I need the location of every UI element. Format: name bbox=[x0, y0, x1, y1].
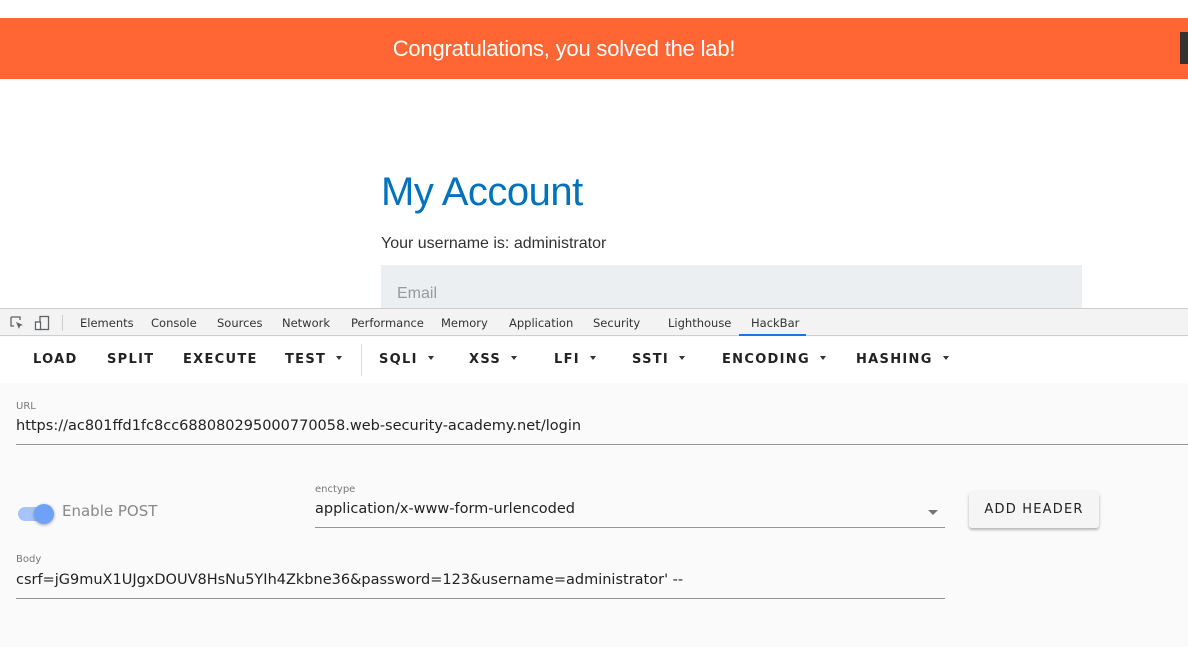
tab-hackbar[interactable]: HackBar bbox=[751, 316, 799, 330]
split-button[interactable]: SPLIT bbox=[107, 352, 154, 367]
add-header-button[interactable]: ADD HEADER bbox=[969, 492, 1099, 528]
load-label: LOAD bbox=[33, 352, 78, 367]
caret-down-icon bbox=[942, 355, 949, 360]
active-tab-indicator bbox=[739, 334, 806, 336]
tab-lighthouse[interactable]: Lighthouse bbox=[668, 316, 731, 330]
lfi-label: LFI bbox=[554, 352, 580, 367]
tab-console[interactable]: Console bbox=[151, 316, 197, 330]
dropdown-arrow-icon[interactable] bbox=[928, 510, 938, 515]
tab-application[interactable]: Application bbox=[509, 316, 573, 330]
page-title: My Account bbox=[381, 170, 583, 214]
ssti-label: SSTI bbox=[632, 352, 670, 367]
enctype-underline bbox=[315, 527, 945, 528]
banner-side-button[interactable] bbox=[1180, 32, 1188, 64]
tab-security[interactable]: Security bbox=[593, 316, 640, 330]
xss-label: XSS bbox=[469, 352, 502, 367]
split-label: SPLIT bbox=[107, 352, 155, 367]
tab-memory[interactable]: Memory bbox=[441, 316, 488, 330]
execute-button[interactable]: EXECUTE bbox=[183, 352, 258, 367]
hackbar-toolbar: LOAD SPLIT EXECUTE TEST SQLI XSS LFI SST… bbox=[0, 337, 1188, 383]
sqli-menu-button[interactable]: SQLI bbox=[379, 352, 434, 367]
username-text: Your username is: administrator bbox=[381, 235, 607, 252]
body-input[interactable]: csrf=jG9muX1UJgxDOUV8HsNu5YIh4Zkbne36&pa… bbox=[16, 572, 683, 588]
enctype-select[interactable]: application/x-www-form-urlencoded bbox=[315, 501, 575, 517]
email-input[interactable]: Email bbox=[381, 265, 1082, 308]
url-input[interactable]: https://ac801ffd1fc8cc688080295000770058… bbox=[16, 418, 581, 434]
ssti-menu-button[interactable]: SSTI bbox=[632, 352, 686, 367]
caret-down-icon bbox=[336, 355, 343, 360]
test-label: TEST bbox=[285, 352, 327, 367]
hashing-label: HASHING bbox=[856, 352, 933, 367]
load-button[interactable]: LOAD bbox=[33, 352, 78, 367]
tab-separator bbox=[62, 315, 63, 331]
test-menu-button[interactable]: TEST bbox=[285, 352, 343, 367]
caret-down-icon bbox=[819, 355, 826, 360]
caret-down-icon bbox=[679, 355, 686, 360]
devtools-panel: Elements Console Sources Network Perform… bbox=[0, 308, 1188, 647]
caret-down-icon bbox=[427, 355, 434, 360]
devtools-tab-bar: Elements Console Sources Network Perform… bbox=[0, 308, 1188, 336]
encoding-label: ENCODING bbox=[722, 352, 810, 367]
body-underline bbox=[16, 598, 945, 599]
xss-menu-button[interactable]: XSS bbox=[469, 352, 518, 367]
execute-label: EXECUTE bbox=[183, 352, 258, 367]
banner-text: Congratulations, you solved the lab! bbox=[392, 36, 736, 61]
enctype-label: enctype bbox=[315, 484, 356, 495]
encoding-menu-button[interactable]: ENCODING bbox=[722, 352, 826, 367]
email-placeholder: Email bbox=[397, 285, 438, 302]
url-underline bbox=[16, 444, 1188, 445]
tab-sources[interactable]: Sources bbox=[217, 316, 263, 330]
tab-performance[interactable]: Performance bbox=[351, 316, 424, 330]
sqli-label: SQLI bbox=[379, 352, 418, 367]
hashing-menu-button[interactable]: HASHING bbox=[856, 352, 949, 367]
inspect-element-icon[interactable] bbox=[9, 315, 25, 331]
lfi-menu-button[interactable]: LFI bbox=[554, 352, 596, 367]
caret-down-icon bbox=[589, 355, 596, 360]
toggle-knob bbox=[34, 504, 54, 524]
enable-post-label: Enable POST bbox=[62, 502, 158, 520]
tab-elements[interactable]: Elements bbox=[80, 316, 134, 330]
success-banner: Congratulations, you solved the lab! bbox=[0, 18, 1188, 79]
device-toolbar-icon[interactable] bbox=[34, 315, 50, 331]
web-page: Congratulations, you solved the lab! My … bbox=[0, 0, 1188, 308]
url-label: URL bbox=[16, 401, 36, 412]
enable-post-toggle[interactable] bbox=[18, 502, 58, 526]
caret-down-icon bbox=[511, 355, 518, 360]
body-label: Body bbox=[16, 554, 42, 565]
tab-network[interactable]: Network bbox=[282, 316, 330, 330]
toolbar-separator bbox=[361, 344, 362, 376]
